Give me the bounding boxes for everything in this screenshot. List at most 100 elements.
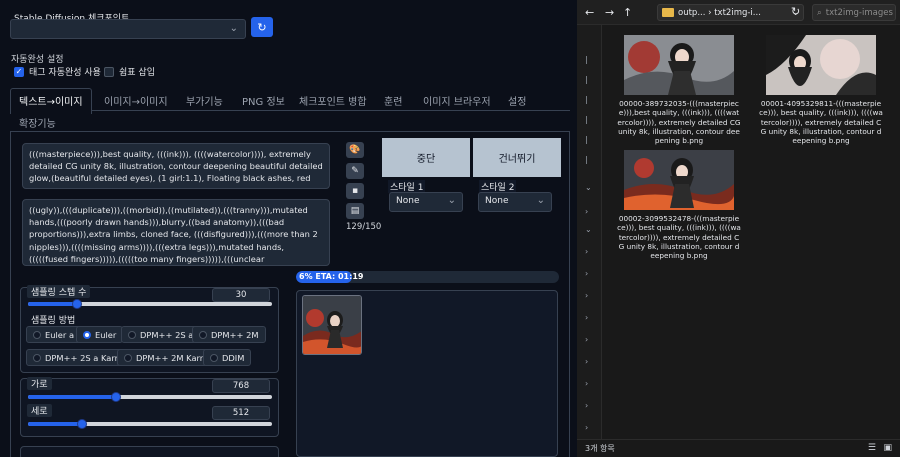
sampler-label: DPM++ 2M Karras	[136, 352, 213, 363]
brush-icon[interactable]: ✎	[346, 163, 364, 179]
chevron-right-icon[interactable]: ›	[585, 313, 588, 322]
chevron-right-icon[interactable]: ›	[585, 335, 588, 344]
chevron-right-icon[interactable]: ›	[585, 269, 588, 278]
details-view-icon[interactable]: ☰	[868, 443, 876, 453]
folder-icon	[662, 8, 674, 17]
progress-text: 6% ETA: 01:19	[299, 272, 364, 281]
anime-girl-image	[624, 150, 734, 210]
chevron-right-icon[interactable]: ›	[585, 401, 588, 410]
pin-icon[interactable]: |	[585, 115, 588, 124]
negative-prompt-input[interactable]: ((ugly)),(((duplicate))),((morbid)),((mu…	[22, 199, 330, 266]
pin-icon[interactable]: |	[585, 95, 588, 104]
comma-insert-checkbox[interactable]: 쉼표 삽입	[104, 65, 155, 78]
checkbox-unchecked-icon	[104, 66, 114, 77]
style-2-select[interactable]: None ⌄	[478, 192, 552, 212]
pin-icon[interactable]: |	[585, 135, 588, 144]
radio-selected-icon	[83, 330, 91, 339]
address-bar[interactable]: outp... › txt2img-i... ⌄	[657, 4, 804, 21]
sampling-steps-input[interactable]: 30	[212, 288, 270, 302]
tab-txt2img[interactable]: 텍스트→이미지	[10, 88, 92, 114]
style-1-select[interactable]: None ⌄	[389, 192, 463, 212]
sampling-steps-handle[interactable]	[72, 299, 82, 309]
address-text: outp... › txt2img-i...	[678, 7, 761, 18]
search-icon: ⌕	[817, 7, 822, 18]
tag-autocomplete-checkbox[interactable]: ✓ 태그 자동완성 사용	[14, 65, 101, 78]
file-name: 00002-3099532478-(((masterpiece))), best…	[617, 214, 741, 261]
save-icon[interactable]: ▪	[346, 183, 364, 199]
width-handle[interactable]	[111, 392, 121, 402]
height-label: 세로	[27, 404, 52, 417]
chevron-right-icon[interactable]: ›	[585, 423, 588, 432]
sampler-label: DPM++ 2M	[211, 329, 259, 340]
sampling-steps-slider[interactable]	[28, 299, 272, 309]
autocomplete-title: 자동완성 설정	[11, 55, 64, 65]
radio-icon	[210, 353, 218, 362]
sampler-option-dpm2sa[interactable]: DPM++ 2S a	[121, 326, 201, 343]
tab-extras[interactable]: 부가기능	[186, 93, 223, 108]
clipboard-icon[interactable]: ▤	[346, 203, 364, 219]
sampler-option-ddim[interactable]: DDIM	[203, 349, 252, 366]
chevron-down-icon[interactable]: ⌄	[585, 183, 592, 192]
refresh-icon[interactable]: ↻	[251, 17, 273, 37]
interrupt-button[interactable]: 중단	[382, 138, 470, 177]
palette-icon[interactable]: 🎨	[346, 142, 364, 158]
chevron-down-icon[interactable]: ⌄	[585, 225, 592, 234]
sampler-option-dpm2m[interactable]: DPM++ 2M	[192, 326, 266, 343]
chevron-right-icon[interactable]: ›	[585, 379, 588, 388]
tab-png-info[interactable]: PNG 정보	[242, 93, 285, 108]
file-name: 00001-4095329811-(((masterpiece))), best…	[759, 99, 883, 146]
refresh-icon[interactable]: ↻	[791, 5, 800, 18]
file-item[interactable]: 00000-389732035-(((masterpiece))),best q…	[617, 35, 741, 145]
file-item[interactable]: 00001-4095329811-(((masterpiece))), best…	[759, 35, 883, 145]
sampler-label: Euler	[95, 329, 117, 340]
status-bar: 3개 항목 ☰ ▣	[577, 439, 900, 457]
height-slider[interactable]	[28, 419, 272, 429]
checkbox-checked-icon: ✓	[14, 66, 24, 77]
thumbnail-view-icon[interactable]: ▣	[883, 443, 892, 453]
anime-girl-image	[766, 35, 876, 95]
tab-settings[interactable]: 설정	[508, 93, 526, 108]
sampler-option-euler[interactable]: Euler	[76, 326, 124, 343]
item-count: 3개 항목	[585, 444, 615, 453]
back-icon[interactable]: ←	[585, 6, 594, 19]
file-name: 00000-389732035-(((masterpiece))),best q…	[617, 99, 741, 146]
navigation-pane: | | | | | | ⌄ › ⌄ › › › › › › › › ›	[577, 25, 602, 439]
tab-img2img[interactable]: 이미지→이미지	[104, 93, 168, 108]
chevron-right-icon[interactable]: ›	[585, 207, 588, 216]
height-fill	[28, 422, 82, 426]
tab-bar: 텍스트→이미지 이미지→이미지 부가기능 PNG 정보 체크포인트 병합 훈련 …	[10, 88, 570, 131]
width-label: 가로	[27, 377, 52, 390]
positive-prompt-input[interactable]: (((masterpiece))),best quality, (((ink))…	[22, 143, 330, 189]
height-input[interactable]: 512	[212, 406, 270, 420]
style-2-value: None	[485, 196, 509, 206]
skip-button[interactable]: 건너뛰기	[473, 138, 561, 177]
width-input[interactable]: 768	[212, 379, 270, 393]
file-item[interactable]: 00002-3099532478-(((masterpiece))), best…	[617, 150, 741, 260]
tab-train[interactable]: 훈련	[384, 93, 402, 108]
search-input[interactable]: ⌕ txt2img-images ...	[812, 4, 896, 21]
sampler-label: DPM++ 2S a Karras	[45, 352, 128, 363]
gallery-thumbnail[interactable]	[302, 295, 362, 355]
up-icon[interactable]: ↑	[623, 6, 632, 19]
forward-icon[interactable]: →	[605, 6, 614, 19]
chevron-down-icon: ⌄	[536, 195, 545, 206]
width-slider[interactable]	[28, 392, 272, 402]
height-handle[interactable]	[77, 419, 87, 429]
pin-icon[interactable]: |	[585, 155, 588, 164]
tab-checkpoint-merger[interactable]: 체크포인트 병합	[299, 93, 367, 108]
pin-icon[interactable]: |	[585, 55, 588, 64]
tab-image-browser[interactable]: 이미지 브라우저	[423, 93, 491, 108]
sampler-option-euler-a[interactable]: Euler a	[26, 326, 82, 343]
sampler-label: DPM++ 2S a	[140, 329, 194, 340]
webui-panel: Stable Diffusion 체크포인트 ⌄ ↻ 자동완성 설정 ✓ 태그 …	[0, 0, 577, 457]
chevron-right-icon[interactable]: ›	[585, 247, 588, 256]
chevron-right-icon[interactable]: ›	[585, 357, 588, 366]
anime-girl-image	[303, 296, 361, 354]
pin-icon[interactable]: |	[585, 75, 588, 84]
file-explorer: ← → ↑ outp... › txt2img-i... ⌄ ↻ ⌕ txt2i…	[577, 0, 900, 457]
checkpoint-select[interactable]: ⌄	[10, 19, 246, 39]
chevron-right-icon[interactable]: ›	[585, 291, 588, 300]
tab-extensions[interactable]: 확장기능	[19, 115, 56, 130]
sampling-method-label: 샘플링 방법	[31, 316, 76, 326]
anime-girl-image	[624, 35, 734, 95]
